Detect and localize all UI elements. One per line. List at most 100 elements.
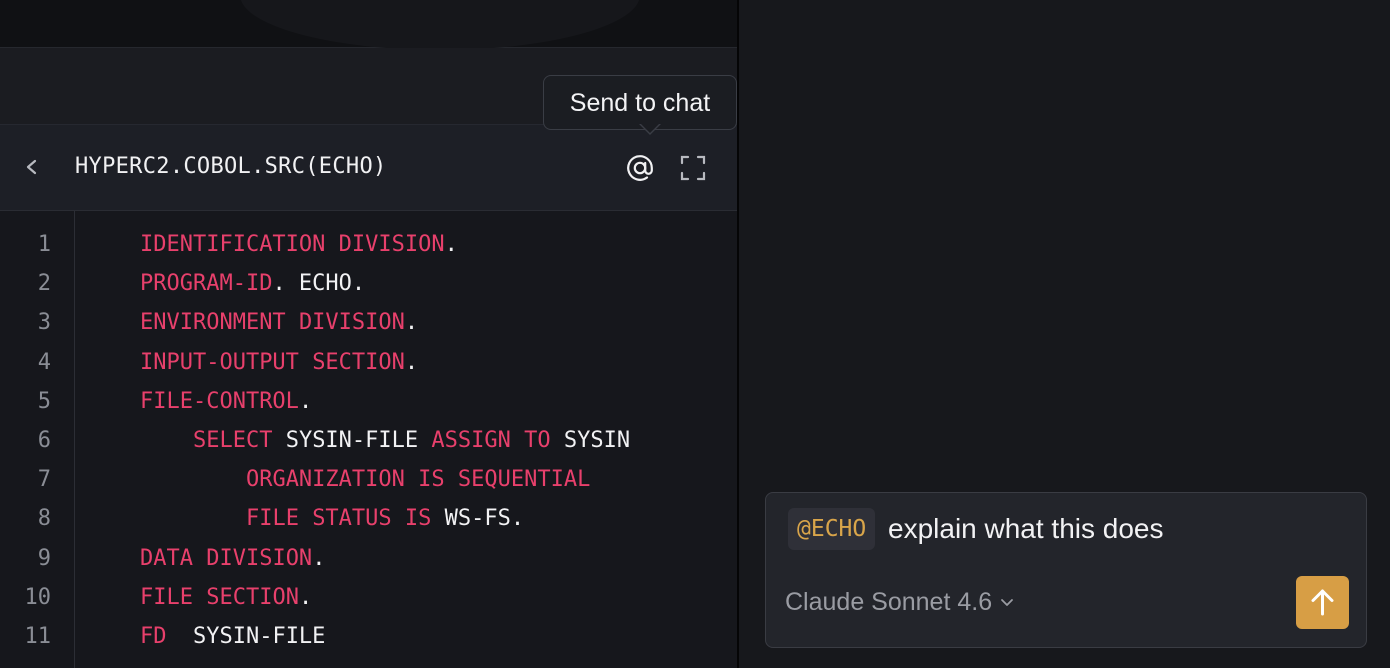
code-line: 10 FILE SECTION. — [0, 585, 737, 624]
code-text: DATA DIVISION. — [87, 546, 325, 571]
identifier-token — [445, 467, 458, 492]
keyword-token: FILE — [139, 584, 193, 610]
code-text: SELECT SYSIN-FILE ASSIGN TO SYSIN — [87, 428, 630, 453]
model-name: Claude Sonnet 4.6 — [785, 588, 993, 616]
keyword-token: DIVISION — [298, 310, 405, 336]
keyword-token: STATUS — [312, 506, 392, 532]
keyword-token: SEQUENTIAL — [457, 467, 591, 493]
line-number: 2 — [37, 271, 51, 297]
identifier-token: . — [298, 388, 313, 414]
keyword-token: IDENTIFICATION — [139, 232, 326, 257]
identifier-token: SYSIN — [550, 428, 631, 453]
identifier-token — [325, 232, 338, 257]
line-number: 10 — [24, 584, 52, 610]
chevron-down-icon — [998, 589, 1016, 618]
identifier-token — [392, 506, 405, 531]
line-number: 11 — [24, 624, 52, 649]
identifier-token — [286, 310, 299, 335]
chevron-left-icon[interactable] — [18, 153, 46, 181]
expand-icon[interactable] — [678, 153, 708, 183]
model-selector[interactable]: Claude Sonnet 4.6 — [785, 588, 1016, 618]
keyword-token: IS — [404, 506, 432, 532]
tooltip-text: Send to chat — [569, 89, 711, 117]
chat-message-input[interactable]: explain what this does — [888, 513, 1164, 545]
chat-input-box[interactable]: @ECHO explain what this does Claude Sonn… — [765, 492, 1367, 648]
line-number: 9 — [37, 545, 51, 571]
keyword-token: DIVISION — [338, 232, 445, 257]
line-number: 3 — [37, 310, 51, 336]
identifier-token: . ECHO. — [272, 271, 366, 297]
arrow-up-icon — [1311, 589, 1334, 616]
keyword-token: DATA — [139, 545, 193, 571]
keyword-token: FILE-CONTROL — [139, 388, 299, 414]
identifier-token: SYSIN-FILE — [272, 428, 432, 453]
identifier-token — [299, 506, 312, 531]
identifier-token: . — [404, 349, 419, 375]
mention-chip[interactable]: @ECHO — [788, 508, 876, 550]
keyword-token: SECTION — [206, 584, 299, 610]
code-line: 6 SELECT SYSIN-FILE ASSIGN TO SYSIN — [0, 428, 737, 467]
identifier-token — [299, 350, 312, 375]
line-number: 1 — [37, 232, 51, 257]
keyword-token: ENVIRONMENT — [139, 310, 286, 336]
code-text: FD SYSIN-FILE — [87, 624, 325, 649]
identifier-token: WS-FS. — [431, 506, 525, 532]
editor-top-bar — [0, 0, 737, 50]
code-line: 11 FD SYSIN-FILE — [0, 624, 737, 663]
identifier-token: . — [298, 584, 313, 610]
code-text: IDENTIFICATION DIVISION. — [87, 232, 458, 257]
keyword-token: SECTION — [312, 349, 405, 375]
code-line: 1 IDENTIFICATION DIVISION. — [0, 232, 737, 271]
identifier-token: . — [404, 310, 419, 336]
identifier-token — [405, 467, 418, 492]
code-text: FILE SECTION. — [87, 585, 312, 610]
code-text: PROGRAM-ID. ECHO. — [87, 271, 365, 296]
line-number: 4 — [37, 349, 51, 375]
identifier-token — [193, 546, 206, 571]
keyword-token: ORGANIZATION — [245, 467, 405, 493]
keyword-token: FD — [139, 624, 167, 649]
keyword-token: TO — [524, 428, 551, 453]
code-text: FILE-CONTROL. — [87, 389, 312, 414]
at-sign-icon[interactable] — [623, 151, 657, 185]
tooltip-arrow-fill — [640, 123, 660, 133]
keyword-token: DIVISION — [206, 545, 313, 571]
line-number: 7 — [37, 467, 51, 493]
code-line: 9 DATA DIVISION. — [0, 546, 737, 585]
keyword-token: INPUT-OUTPUT — [139, 349, 299, 375]
keyword-token: SELECT — [192, 428, 273, 453]
line-number: 8 — [37, 506, 51, 532]
code-line: 7 ORGANIZATION IS SEQUENTIAL — [0, 467, 737, 506]
send-to-chat-tooltip: Send to chat — [543, 75, 737, 130]
code-text: FILE STATUS IS WS-FS. — [87, 506, 524, 531]
identifier-token: . — [444, 232, 458, 257]
identifier-token — [511, 428, 524, 453]
code-line: 4 INPUT-OUTPUT SECTION. — [0, 350, 737, 389]
identifier-token: SYSIN-FILE — [166, 624, 326, 649]
file-title: HYPERC2.COBOL.SRC(ECHO) — [75, 154, 387, 179]
keyword-token: FILE — [245, 506, 299, 532]
identifier-token: . — [312, 545, 326, 571]
code-text: ENVIRONMENT DIVISION. — [87, 310, 418, 335]
keyword-token: PROGRAM-ID — [139, 271, 273, 297]
code-text: ORGANIZATION IS SEQUENTIAL — [87, 467, 590, 492]
code-line: 3 ENVIRONMENT DIVISION. — [0, 310, 737, 349]
identifier-token — [193, 585, 206, 610]
keyword-token: ASSIGN — [431, 428, 511, 453]
send-button[interactable] — [1296, 576, 1349, 629]
code-line: 5 FILE-CONTROL. — [0, 389, 737, 428]
line-number: 5 — [37, 388, 51, 414]
line-number: 6 — [37, 428, 51, 453]
keyword-token: IS — [418, 467, 445, 493]
code-text: INPUT-OUTPUT SECTION. — [87, 350, 418, 375]
